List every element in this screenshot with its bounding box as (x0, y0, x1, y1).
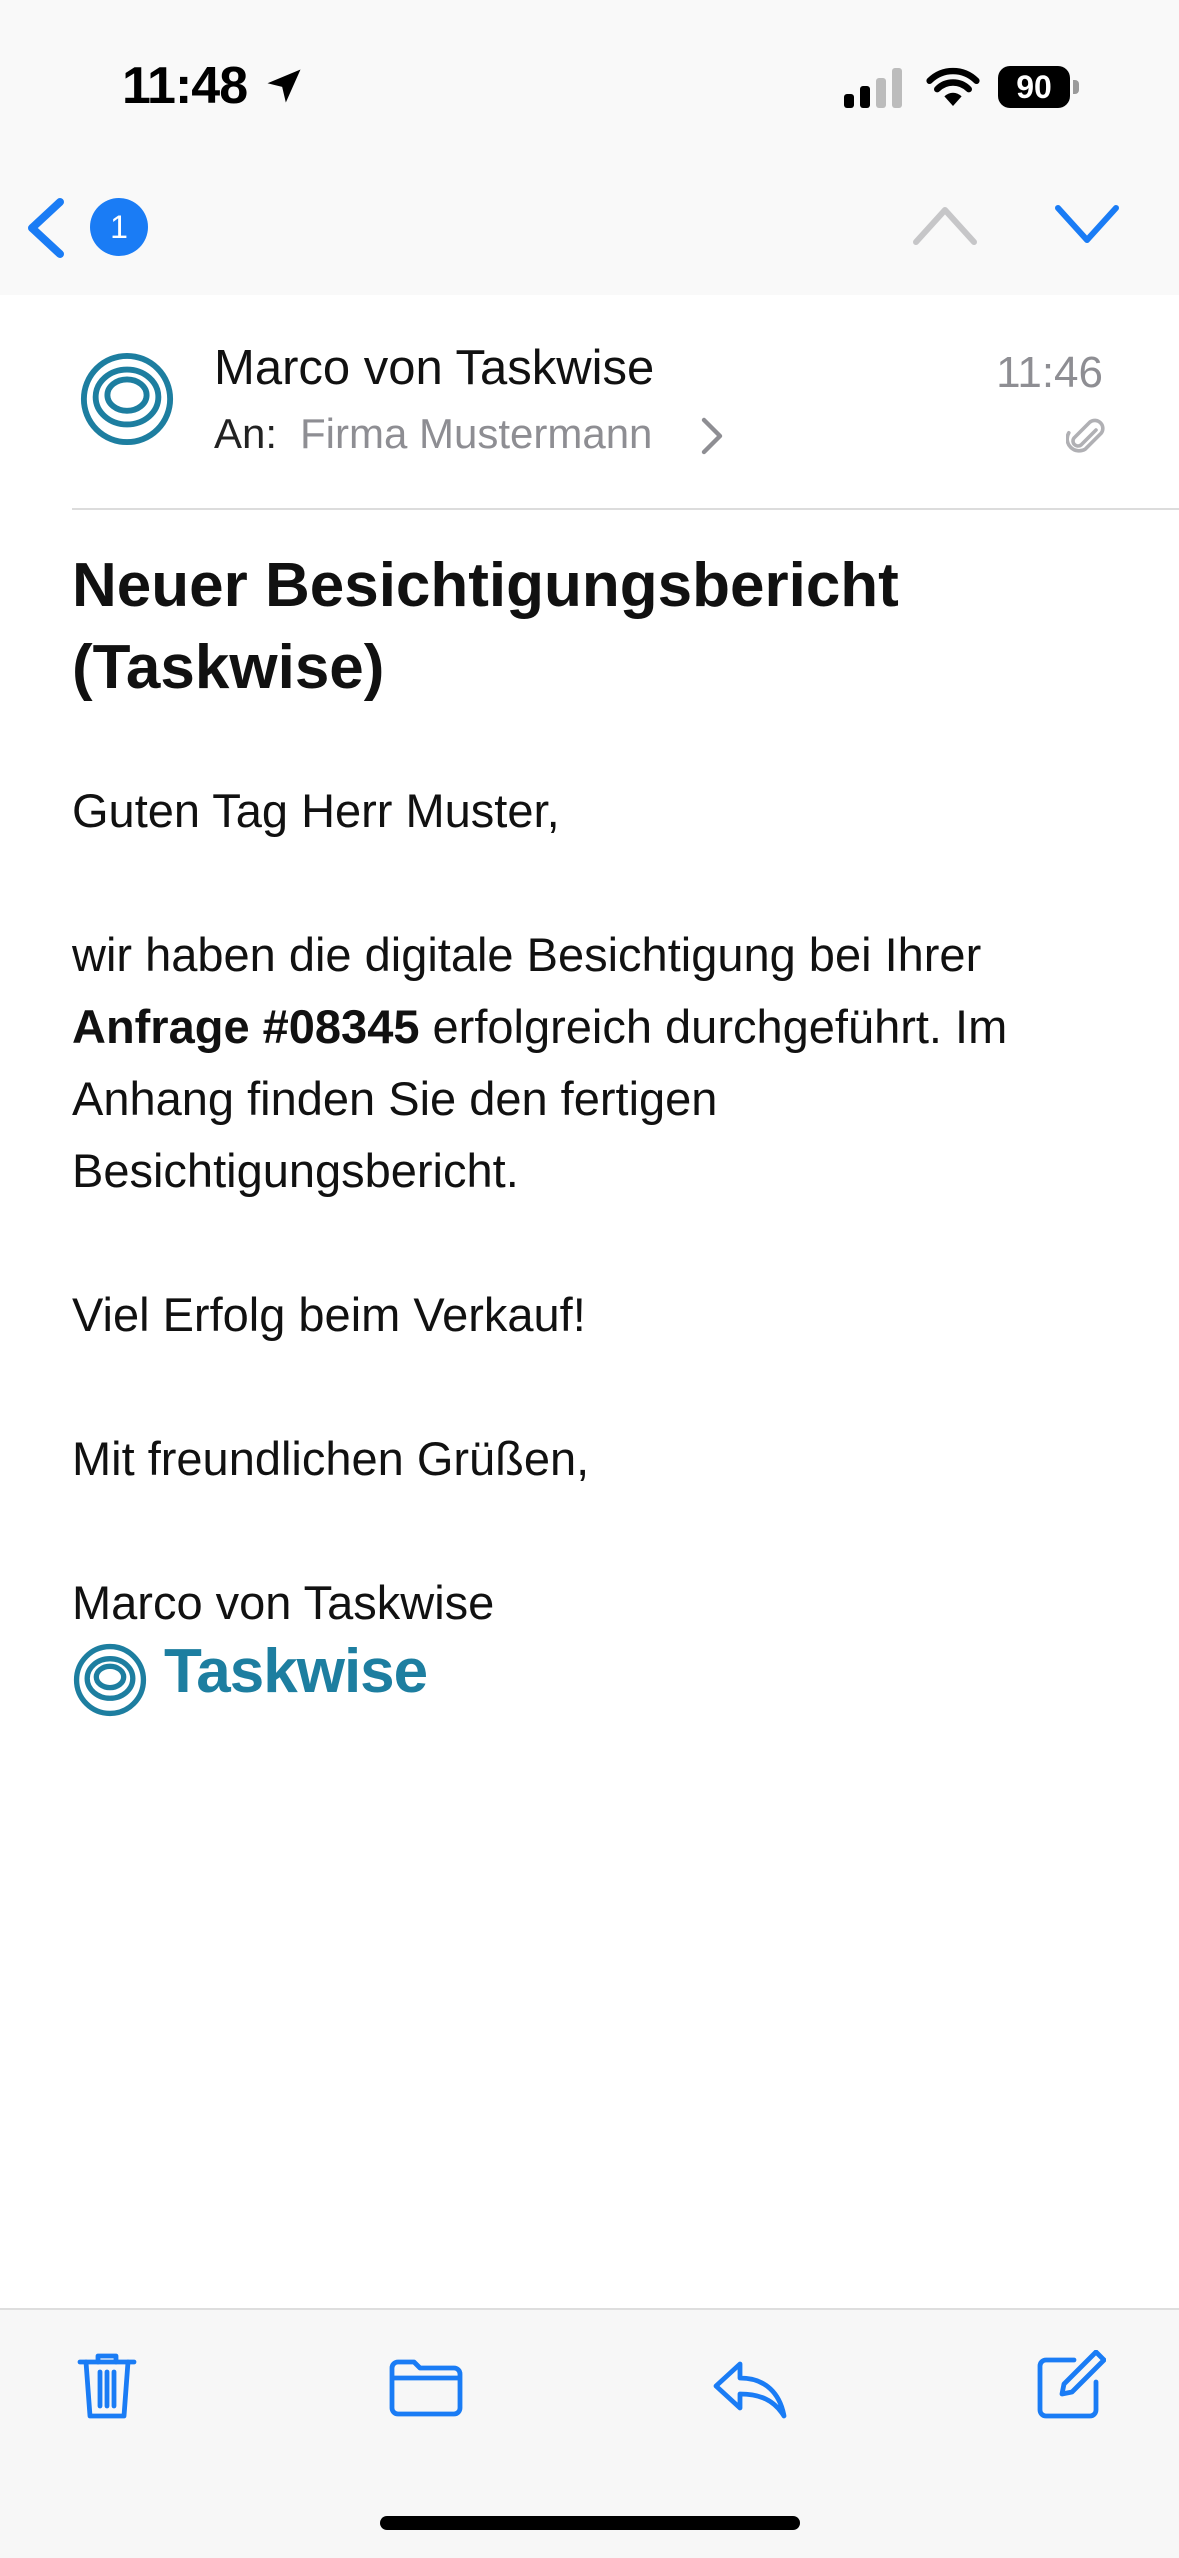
home-indicator[interactable] (380, 2516, 800, 2530)
nav-bar (0, 160, 1179, 295)
chevron-right-icon[interactable] (700, 416, 724, 456)
paragraph-2: Viel Erfolg beim Verkauf! (72, 1288, 586, 1341)
chevron-up-icon[interactable] (910, 200, 980, 250)
location-arrow-icon (267, 69, 301, 103)
wifi-icon (926, 67, 980, 106)
recipient-name[interactable]: Firma Mustermann (300, 410, 652, 458)
taskwise-logo-icon (73, 1643, 147, 1717)
request-number: Anfrage #08345 (72, 1000, 420, 1053)
message-time: 11:46 (996, 348, 1103, 397)
paragraph-1-start: wir haben die digitale Besichtigung bei … (72, 928, 982, 981)
battery-icon: 90 (998, 66, 1080, 110)
sender-name[interactable]: Marco von Taskwise (214, 340, 654, 396)
signal-icon (844, 68, 902, 108)
status-time: 11:48 (122, 57, 248, 115)
unread-count-badge[interactable]: 1 (90, 198, 148, 256)
paragraph-1: wir haben die digitale Besichtigung bei … (72, 919, 1112, 1207)
header-divider (72, 508, 1179, 510)
signature-name: Marco von Taskwise (72, 1576, 495, 1629)
reply-icon[interactable] (712, 2358, 788, 2420)
chevron-left-icon[interactable] (22, 196, 68, 260)
to-label: An: (214, 410, 278, 457)
trash-icon[interactable] (76, 2350, 138, 2422)
paperclip-icon (1066, 418, 1105, 453)
compose-icon[interactable] (1034, 2350, 1106, 2422)
battery-level: 90 (1016, 69, 1052, 105)
closing: Mit freundlichen Grüßen, (72, 1432, 590, 1485)
sender-avatar-logo-icon[interactable] (78, 350, 176, 448)
greeting: Guten Tag Herr Muster, (72, 784, 560, 837)
chevron-down-icon[interactable] (1052, 200, 1122, 250)
message-body: Guten Tag Herr Muster, wir haben die dig… (72, 775, 1112, 1639)
folder-icon[interactable] (388, 2358, 464, 2418)
taskwise-logo-text: Taskwise (164, 1637, 428, 1706)
message-subject: Neuer Besichtigungsbericht (Taskwise) (72, 551, 899, 702)
